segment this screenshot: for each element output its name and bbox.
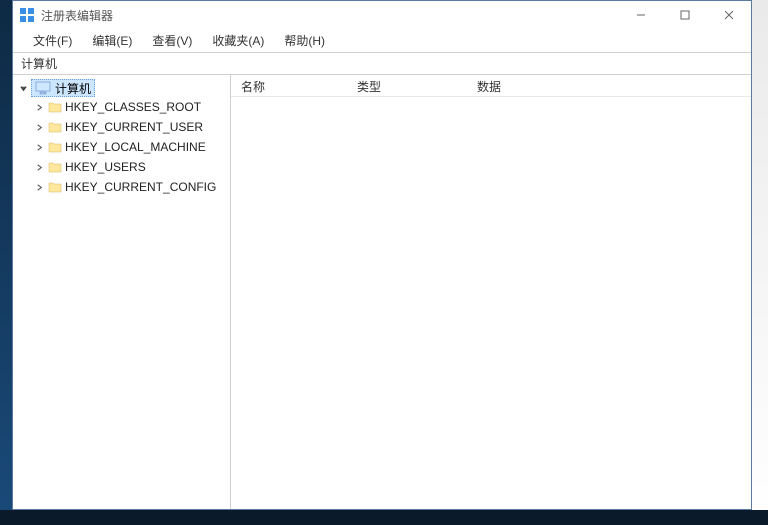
close-button[interactable]	[707, 1, 751, 29]
tree-item-label: HKEY_CURRENT_CONFIG	[65, 180, 216, 194]
content-area: 计算机 HKEY_CLASSES_ROOT HKEY_CURRENT_USER	[13, 75, 751, 509]
registry-editor-window: 注册表编辑器 文件(F) 编辑(E) 查看(V) 收藏夹(A) 帮助(H) 计算…	[12, 0, 752, 510]
list-body[interactable]	[231, 97, 751, 509]
list-pane[interactable]: 名称 类型 数据	[231, 75, 751, 509]
desktop-left-strip	[0, 0, 12, 525]
menu-favorites[interactable]: 收藏夹(A)	[202, 29, 274, 52]
tree-item-hkcc[interactable]: HKEY_CURRENT_CONFIG	[25, 177, 230, 197]
menu-view[interactable]: 查看(V)	[142, 29, 202, 52]
column-header-name[interactable]: 名称	[231, 75, 347, 96]
folder-icon	[48, 121, 62, 133]
tree-root-label: 计算机	[55, 80, 91, 97]
window-controls	[619, 1, 751, 29]
window-title: 注册表编辑器	[41, 7, 619, 24]
folder-icon	[48, 141, 62, 153]
tree-pane[interactable]: 计算机 HKEY_CLASSES_ROOT HKEY_CURRENT_USER	[13, 75, 231, 509]
tree-item-label: HKEY_CLASSES_ROOT	[65, 100, 201, 114]
tree-item-hkcr[interactable]: HKEY_CLASSES_ROOT	[25, 97, 230, 117]
list-header: 名称 类型 数据	[231, 75, 751, 97]
tree-item-hklm[interactable]: HKEY_LOCAL_MACHINE	[25, 137, 230, 157]
tree-item-hkcu[interactable]: HKEY_CURRENT_USER	[25, 117, 230, 137]
tree-children: HKEY_CLASSES_ROOT HKEY_CURRENT_USER HKEY…	[13, 97, 230, 197]
minimize-button[interactable]	[619, 1, 663, 29]
column-header-data[interactable]: 数据	[467, 75, 751, 96]
address-text: 计算机	[21, 55, 57, 72]
folder-icon	[48, 181, 62, 193]
chevron-down-icon[interactable]	[17, 82, 29, 94]
address-bar[interactable]: 计算机	[13, 53, 751, 75]
column-header-type[interactable]: 类型	[347, 75, 467, 96]
desktop-right-strip	[752, 0, 768, 525]
tree-item-hku[interactable]: HKEY_USERS	[25, 157, 230, 177]
folder-icon	[48, 161, 62, 173]
chevron-right-icon[interactable]	[33, 181, 45, 193]
tree-root[interactable]: 计算机	[13, 79, 230, 97]
tree-item-label: HKEY_LOCAL_MACHINE	[65, 140, 206, 154]
menubar: 文件(F) 编辑(E) 查看(V) 收藏夹(A) 帮助(H)	[13, 29, 751, 53]
chevron-right-icon[interactable]	[33, 161, 45, 173]
tree-item-label: HKEY_CURRENT_USER	[65, 120, 203, 134]
desktop-taskbar	[0, 510, 768, 525]
menu-help[interactable]: 帮助(H)	[274, 29, 335, 52]
menu-edit[interactable]: 编辑(E)	[82, 29, 142, 52]
computer-icon	[35, 81, 51, 95]
chevron-right-icon[interactable]	[33, 141, 45, 153]
tree-item-label: HKEY_USERS	[65, 160, 146, 174]
app-icon	[19, 7, 35, 23]
menu-file[interactable]: 文件(F)	[23, 29, 82, 52]
titlebar[interactable]: 注册表编辑器	[13, 1, 751, 29]
folder-icon	[48, 101, 62, 113]
chevron-right-icon[interactable]	[33, 121, 45, 133]
maximize-button[interactable]	[663, 1, 707, 29]
chevron-right-icon[interactable]	[33, 101, 45, 113]
